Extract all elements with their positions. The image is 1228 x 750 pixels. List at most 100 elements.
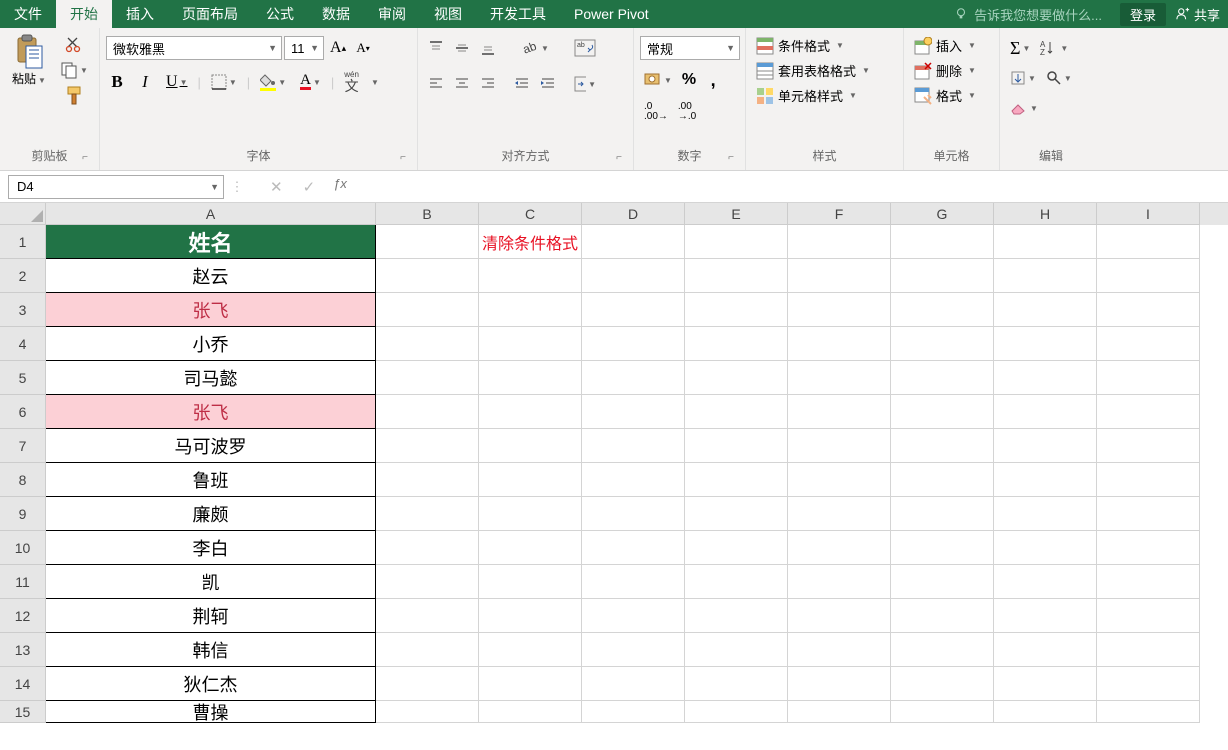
cell[interactable] bbox=[582, 463, 685, 497]
cell[interactable] bbox=[685, 667, 788, 701]
cell[interactable] bbox=[479, 667, 582, 701]
login-button[interactable]: 登录 bbox=[1120, 3, 1166, 26]
cell[interactable]: 韩信 bbox=[46, 633, 376, 667]
cell[interactable] bbox=[994, 225, 1097, 259]
cell[interactable] bbox=[376, 497, 479, 531]
cell[interactable] bbox=[1097, 361, 1200, 395]
increase-decimal-button[interactable]: .0.00→ bbox=[640, 100, 672, 124]
cell[interactable]: 小乔 bbox=[46, 327, 376, 361]
cell[interactable] bbox=[685, 531, 788, 565]
cell[interactable] bbox=[1097, 531, 1200, 565]
cell[interactable] bbox=[994, 361, 1097, 395]
cell[interactable] bbox=[788, 701, 891, 723]
cell[interactable] bbox=[788, 327, 891, 361]
cell[interactable] bbox=[582, 327, 685, 361]
row-header[interactable]: 11 bbox=[0, 565, 46, 599]
cell[interactable] bbox=[994, 497, 1097, 531]
paste-button[interactable]: 粘贴▼ bbox=[6, 32, 52, 91]
cell[interactable]: 赵云 bbox=[46, 259, 376, 293]
font-size-select[interactable]: 11 ▼ bbox=[284, 36, 324, 60]
cell[interactable] bbox=[376, 531, 479, 565]
cell[interactable] bbox=[685, 463, 788, 497]
cell[interactable] bbox=[685, 565, 788, 599]
cell[interactable] bbox=[479, 395, 582, 429]
dialog-launcher-icon[interactable]: ⌐ bbox=[613, 152, 625, 164]
cell[interactable]: 凯 bbox=[46, 565, 376, 599]
tab-Power Pivot[interactable]: Power Pivot bbox=[560, 0, 663, 28]
comma-button[interactable]: , bbox=[702, 68, 724, 92]
cell[interactable] bbox=[891, 599, 994, 633]
cell[interactable] bbox=[891, 531, 994, 565]
column-header-F[interactable]: F bbox=[788, 203, 891, 225]
cell[interactable] bbox=[1097, 497, 1200, 531]
cell[interactable] bbox=[479, 497, 582, 531]
cell[interactable]: 姓名 bbox=[46, 225, 376, 259]
cell[interactable] bbox=[582, 293, 685, 327]
cell[interactable] bbox=[582, 225, 685, 259]
cell[interactable] bbox=[376, 463, 479, 497]
cell[interactable] bbox=[685, 599, 788, 633]
copy-button[interactable]: ▼ bbox=[56, 58, 92, 82]
cell[interactable] bbox=[994, 667, 1097, 701]
cell[interactable] bbox=[685, 225, 788, 259]
sort-filter-button[interactable]: AZ▼ bbox=[1036, 36, 1072, 60]
cell[interactable] bbox=[376, 259, 479, 293]
autosum-button[interactable]: Σ▼ bbox=[1006, 36, 1034, 60]
align-right-button[interactable] bbox=[476, 72, 500, 96]
cell[interactable] bbox=[376, 395, 479, 429]
increase-font-button[interactable]: A▴ bbox=[326, 36, 350, 60]
increase-indent-button[interactable] bbox=[536, 72, 560, 96]
cell[interactable] bbox=[788, 361, 891, 395]
cell[interactable] bbox=[788, 633, 891, 667]
column-header-E[interactable]: E bbox=[685, 203, 788, 225]
cell[interactable] bbox=[994, 429, 1097, 463]
name-box[interactable]: D4 ▼ bbox=[8, 175, 224, 199]
cell[interactable] bbox=[788, 429, 891, 463]
cell[interactable]: 鲁班 bbox=[46, 463, 376, 497]
cell[interactable] bbox=[1097, 293, 1200, 327]
cell[interactable] bbox=[376, 633, 479, 667]
share-button[interactable]: 共享 bbox=[1176, 5, 1220, 24]
column-header-A[interactable]: A bbox=[46, 203, 376, 225]
cell[interactable] bbox=[376, 361, 479, 395]
cell[interactable] bbox=[376, 565, 479, 599]
enter-formula-button[interactable]: ✓ bbox=[297, 176, 322, 198]
font-name-select[interactable]: 微软雅黑 ▼ bbox=[106, 36, 282, 60]
cell[interactable] bbox=[891, 327, 994, 361]
cell[interactable] bbox=[788, 259, 891, 293]
cell[interactable] bbox=[994, 463, 1097, 497]
cell[interactable] bbox=[479, 429, 582, 463]
cell[interactable] bbox=[685, 633, 788, 667]
merge-center-button[interactable]: ▼ bbox=[570, 72, 600, 96]
cell[interactable] bbox=[788, 565, 891, 599]
cell[interactable]: 曹操 bbox=[46, 701, 376, 723]
row-header[interactable]: 6 bbox=[0, 395, 46, 429]
dialog-launcher-icon[interactable]: ⌐ bbox=[397, 152, 409, 164]
cell[interactable] bbox=[891, 225, 994, 259]
cell[interactable] bbox=[685, 701, 788, 723]
cell[interactable] bbox=[891, 565, 994, 599]
cell[interactable] bbox=[685, 259, 788, 293]
cancel-formula-button[interactable]: ✕ bbox=[264, 176, 289, 198]
tab-开始[interactable]: 开始 bbox=[56, 0, 112, 28]
orientation-button[interactable]: ab▼ bbox=[510, 36, 560, 60]
tab-开发工具[interactable]: 开发工具 bbox=[476, 0, 560, 28]
cell[interactable] bbox=[376, 599, 479, 633]
cell[interactable] bbox=[479, 361, 582, 395]
clear-button[interactable]: ▼ bbox=[1006, 96, 1042, 120]
cell[interactable] bbox=[1097, 667, 1200, 701]
cell[interactable] bbox=[1097, 327, 1200, 361]
cell[interactable] bbox=[582, 599, 685, 633]
tab-数据[interactable]: 数据 bbox=[308, 0, 364, 28]
cell[interactable] bbox=[685, 395, 788, 429]
fx-icon[interactable]: ƒx bbox=[329, 176, 351, 198]
cell[interactable] bbox=[376, 225, 479, 259]
bold-button[interactable]: B bbox=[106, 70, 128, 94]
phonetic-button[interactable]: wén 文 bbox=[340, 70, 363, 94]
cell[interactable] bbox=[994, 259, 1097, 293]
cell[interactable] bbox=[891, 429, 994, 463]
cell[interactable] bbox=[685, 327, 788, 361]
cell[interactable] bbox=[685, 361, 788, 395]
cell[interactable] bbox=[1097, 259, 1200, 293]
number-format-select[interactable]: 常规 ▼ bbox=[640, 36, 740, 60]
